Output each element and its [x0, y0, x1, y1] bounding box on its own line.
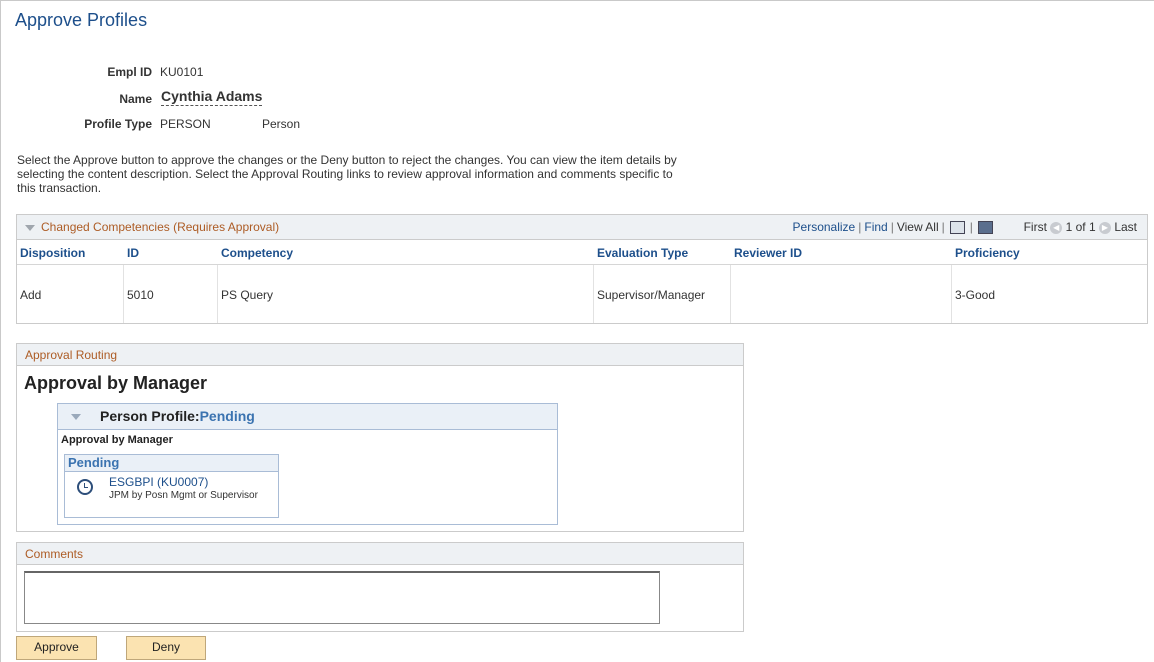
- pending-label: Pending: [65, 455, 278, 472]
- cell-disposition: Add: [20, 288, 42, 302]
- col-disposition[interactable]: Disposition: [20, 246, 85, 260]
- previous-icon[interactable]: ◀: [1050, 221, 1063, 234]
- deny-button[interactable]: Deny: [126, 636, 206, 660]
- approve-button[interactable]: Approve: [16, 636, 97, 660]
- grid-title-text: Changed Competencies (Requires Approval): [41, 220, 280, 234]
- last-link[interactable]: Last: [1114, 220, 1137, 234]
- person-profile-box: Person Profile:Pending Approval by Manag…: [57, 403, 558, 525]
- person-profile-status: Pending: [199, 408, 255, 424]
- personalize-link[interactable]: Personalize: [793, 220, 856, 234]
- instructions-text: Select the Approve button to approve the…: [17, 153, 677, 195]
- download-grid-icon[interactable]: [977, 221, 993, 235]
- grid-header: Changed Competencies (Requires Approval)…: [17, 215, 1147, 240]
- clock-icon: [77, 479, 93, 495]
- person-profile-title: Person Profile:Pending: [100, 408, 255, 424]
- profile-type-code: PERSON: [160, 117, 211, 131]
- left-border: [0, 0, 1, 662]
- next-icon[interactable]: ▶: [1098, 221, 1111, 234]
- grid-column-headers: Disposition ID Competency Evaluation Typ…: [17, 240, 1147, 265]
- grid-navigation: Personalize | Find | View All | | First ◀ 1 of…: [792, 220, 1137, 235]
- first-link[interactable]: First: [1024, 220, 1047, 234]
- collapse-triangle-icon[interactable]: [25, 224, 35, 231]
- stage-label: Approval by Manager: [61, 434, 173, 446]
- col-id[interactable]: ID: [127, 246, 139, 260]
- approver-description: JPM by Posn Mgmt or Supervisor: [109, 490, 258, 501]
- col-reviewer-id[interactable]: Reviewer ID: [734, 246, 802, 260]
- person-profile-header[interactable]: Person Profile:Pending: [58, 404, 557, 430]
- approval-heading: Approval by Manager: [24, 373, 208, 393]
- profile-type-desc: Person: [262, 117, 301, 131]
- col-evaluation-type[interactable]: Evaluation Type: [597, 246, 688, 260]
- view-all-link[interactable]: View All: [897, 220, 939, 234]
- table-row: Add 5010 PS Query Supervisor/Manager 3-G…: [17, 265, 1147, 323]
- new-window-icon[interactable]: [949, 221, 965, 235]
- cell-proficiency: 3-Good: [955, 288, 996, 302]
- cell-id: 5010: [127, 288, 154, 302]
- changed-competencies-grid: Changed Competencies (Requires Approval)…: [16, 214, 1148, 324]
- name-label: Name: [119, 92, 152, 106]
- cell-evaluation-type: Supervisor/Manager: [597, 288, 706, 302]
- collapse-triangle-icon[interactable]: [71, 414, 81, 420]
- comments-header: Comments: [17, 543, 743, 565]
- page-title: Approve Profiles: [15, 10, 148, 30]
- pending-approver-box: Pending ESGBPI (KU0007) JPM by Posn Mgmt…: [64, 454, 279, 518]
- emplid-value: KU0101: [160, 65, 204, 79]
- top-border: [0, 0, 1154, 1]
- grid-title[interactable]: Changed Competencies (Requires Approval): [25, 220, 279, 234]
- approver-link[interactable]: ESGBPI (KU0007): [109, 475, 208, 489]
- comments-textarea[interactable]: [24, 571, 660, 624]
- approval-routing-header: Approval Routing: [17, 344, 743, 366]
- approval-routing-title: Approval Routing: [25, 348, 118, 362]
- cell-competency-link[interactable]: PS Query: [221, 288, 273, 302]
- emplid-label: Empl ID: [107, 65, 152, 79]
- page-range: 1 of 1: [1065, 220, 1096, 234]
- profile-type-label: Profile Type: [84, 117, 152, 131]
- comments-title: Comments: [25, 547, 84, 561]
- col-competency[interactable]: Competency: [221, 246, 293, 260]
- name-value[interactable]: Cynthia Adams: [161, 88, 263, 106]
- find-link[interactable]: Find: [864, 220, 887, 234]
- person-profile-label: Person Profile:: [100, 408, 200, 424]
- col-proficiency[interactable]: Proficiency: [955, 246, 1020, 260]
